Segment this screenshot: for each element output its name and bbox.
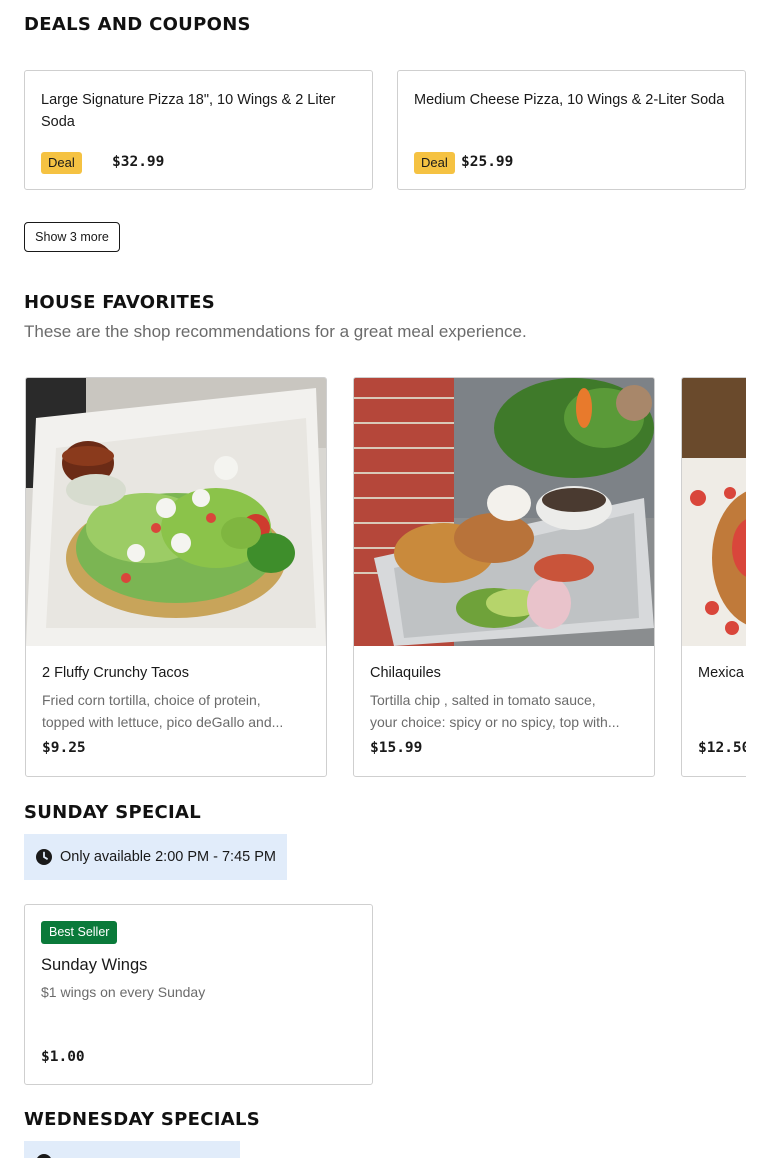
menu-item-card[interactable]: 2 Fluffy Crunchy Tacos Fried corn tortil… bbox=[25, 377, 327, 777]
menu-item-price: $1.00 bbox=[41, 1049, 85, 1065]
menu-item-price: $15.99 bbox=[370, 740, 423, 756]
deal-name: Large Signature Pizza 18", 10 Wings & 2 … bbox=[41, 92, 336, 130]
menu-item-description-line: Fried corn tortilla, choice of protein, bbox=[42, 692, 261, 708]
menu-item-name: 2 Fluffy Crunchy Tacos bbox=[42, 665, 189, 681]
menu-item-description: Tortilla chip , salted in tomato sauce, … bbox=[370, 689, 638, 733]
deal-price: $25.99 bbox=[461, 154, 514, 170]
menu-item-description-line: your choice: spicy or no spicy, top with… bbox=[370, 714, 620, 730]
menu-item-name: Chilaquiles bbox=[370, 665, 441, 681]
best-seller-badge: Best Seller bbox=[41, 921, 118, 944]
menu-item-description-line: Tortilla chip , salted in tomato sauce, bbox=[370, 692, 596, 708]
menu-item-price: $9.25 bbox=[42, 740, 86, 756]
house-favorites-carousel[interactable]: 2 Fluffy Crunchy Tacos Fried corn tortil… bbox=[24, 377, 746, 777]
deal-badge: Deal bbox=[41, 152, 82, 174]
house-favorites-subtitle: These are the shop recommendations for a… bbox=[24, 322, 527, 341]
chilaquiles-photo bbox=[354, 378, 654, 646]
deals-section-title: Deals and Coupons bbox=[24, 14, 251, 35]
menu-item-description: $1 wings on every Sunday bbox=[41, 984, 206, 1000]
mexican-item-photo bbox=[682, 378, 746, 646]
deal-card[interactable]: Large Signature Pizza 18", 10 Wings & 2 … bbox=[24, 70, 373, 190]
menu-item-card[interactable]: Mexica $12.50 bbox=[681, 377, 746, 777]
clock-icon bbox=[36, 849, 52, 870]
deal-card[interactable]: Medium Cheese Pizza, 10 Wings & 2-Liter … bbox=[397, 70, 746, 190]
deal-badge: Deal bbox=[414, 152, 455, 174]
tacos-photo bbox=[26, 378, 326, 646]
deal-price: $32.99 bbox=[112, 154, 165, 170]
menu-item-price: $12.50 bbox=[698, 740, 746, 756]
clock-icon bbox=[36, 1154, 52, 1158]
menu-item-description: Fried corn tortilla, choice of protein, … bbox=[42, 689, 310, 733]
deal-name: Medium Cheese Pizza, 10 Wings & 2-Liter … bbox=[414, 92, 725, 108]
availability-banner bbox=[24, 1141, 240, 1158]
house-favorites-title: House Favorites bbox=[24, 292, 215, 313]
menu-item-description-line: topped with lettuce, pico deGallo and... bbox=[42, 714, 284, 730]
menu-item-name: Sunday Wings bbox=[41, 956, 148, 974]
sunday-special-title: Sunday Special bbox=[24, 802, 202, 823]
show-more-deals-button[interactable]: Show 3 more bbox=[24, 222, 120, 252]
menu-item-card[interactable]: Chilaquiles Tortilla chip , salted in to… bbox=[353, 377, 655, 777]
menu-item-card[interactable]: Best Seller Sunday Wings $1 wings on eve… bbox=[24, 904, 373, 1085]
wednesday-specials-title: Wednesday Specials bbox=[24, 1109, 260, 1130]
menu-item-name: Mexica bbox=[698, 665, 744, 681]
availability-banner: Only available 2:00 PM - 7:45 PM bbox=[24, 834, 287, 880]
availability-text: Only available 2:00 PM - 7:45 PM bbox=[60, 849, 276, 865]
